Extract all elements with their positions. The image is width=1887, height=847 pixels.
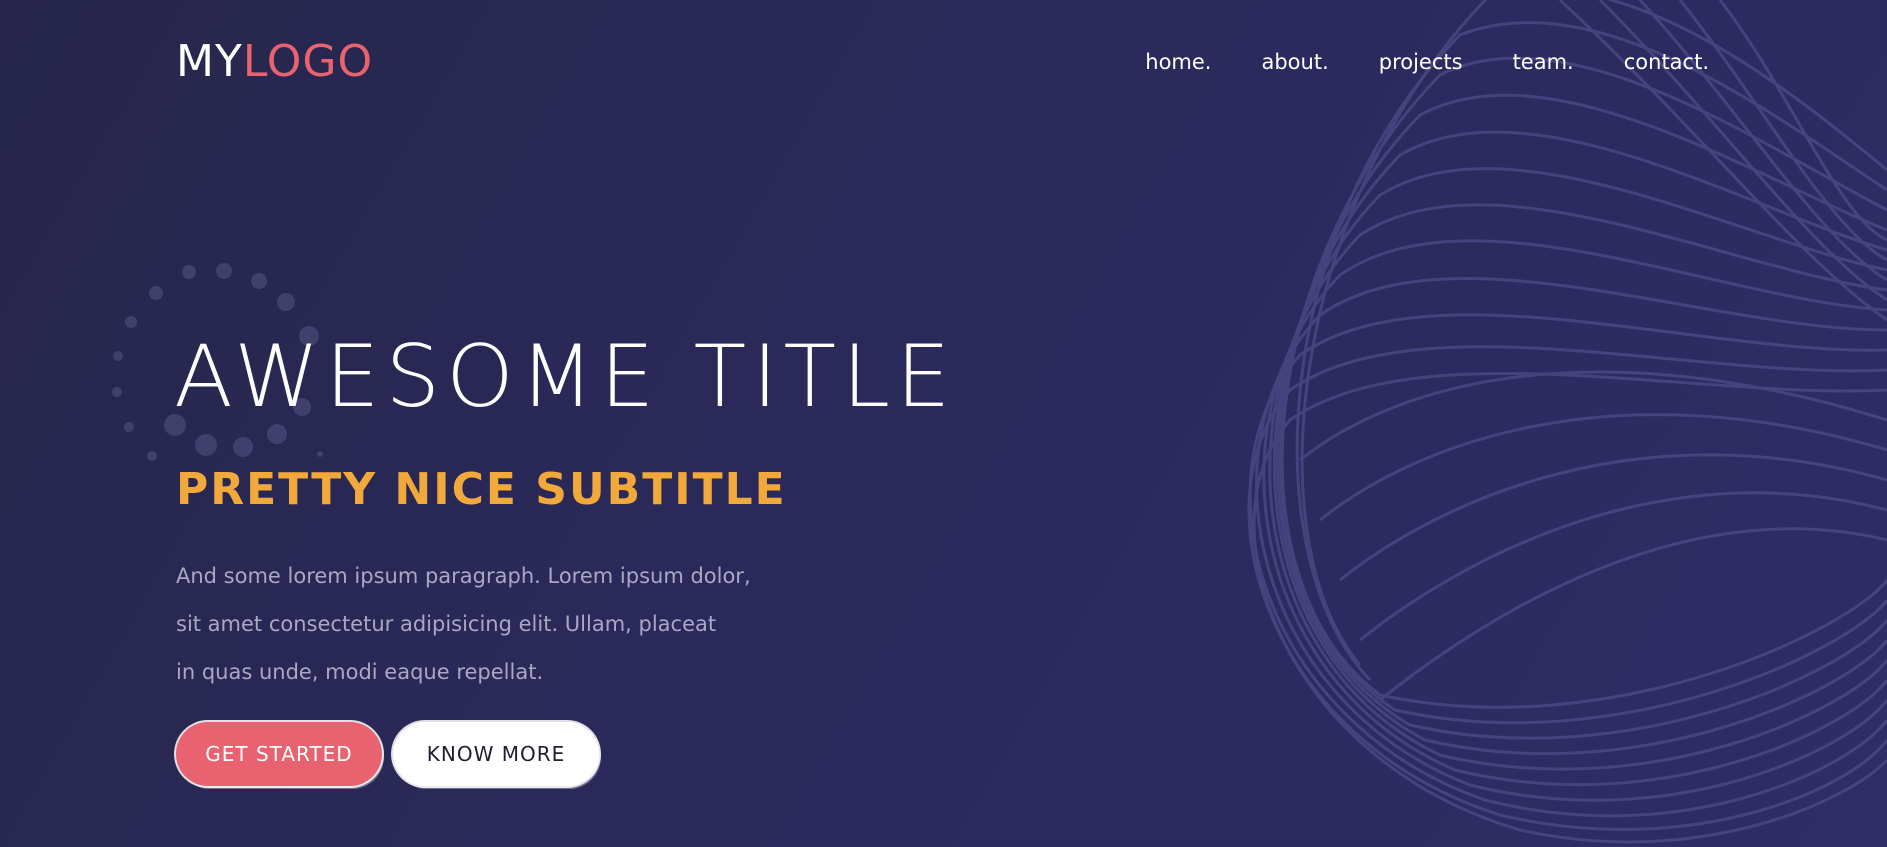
hero-title: AWESOME TITLE bbox=[174, 327, 957, 427]
nav-item-about[interactable]: about. bbox=[1261, 48, 1328, 76]
hero-paragraph: And some lorem ipsum paragraph. Lorem ip… bbox=[176, 552, 776, 696]
logo[interactable]: MYLOGO bbox=[176, 36, 373, 88]
nav-item-projects[interactable]: projects bbox=[1379, 48, 1463, 76]
logo-part-logo: LOGO bbox=[242, 36, 374, 87]
paragraph-line-1: And some lorem ipsum paragraph. Lorem ip… bbox=[176, 564, 751, 588]
get-started-button[interactable]: GET STARTED bbox=[176, 722, 382, 786]
paragraph-line-3: in quas unde, modi eaque repellat. bbox=[176, 660, 544, 684]
nav-item-home[interactable]: home. bbox=[1145, 48, 1211, 76]
logo-part-my: MY bbox=[176, 36, 243, 87]
nav-item-contact[interactable]: contact. bbox=[1624, 48, 1709, 76]
main-nav: home. about. projects team. contact. bbox=[1145, 48, 1709, 76]
hero-subtitle: PRETTY NICE SUBTITLE bbox=[176, 464, 787, 515]
know-more-button[interactable]: KNOW MORE bbox=[393, 722, 599, 786]
nav-item-team[interactable]: team. bbox=[1513, 48, 1574, 76]
wireframe-swirl-decoration bbox=[1247, 0, 1887, 844]
paragraph-line-2: sit amet consectetur adipisicing elit. U… bbox=[176, 612, 717, 636]
